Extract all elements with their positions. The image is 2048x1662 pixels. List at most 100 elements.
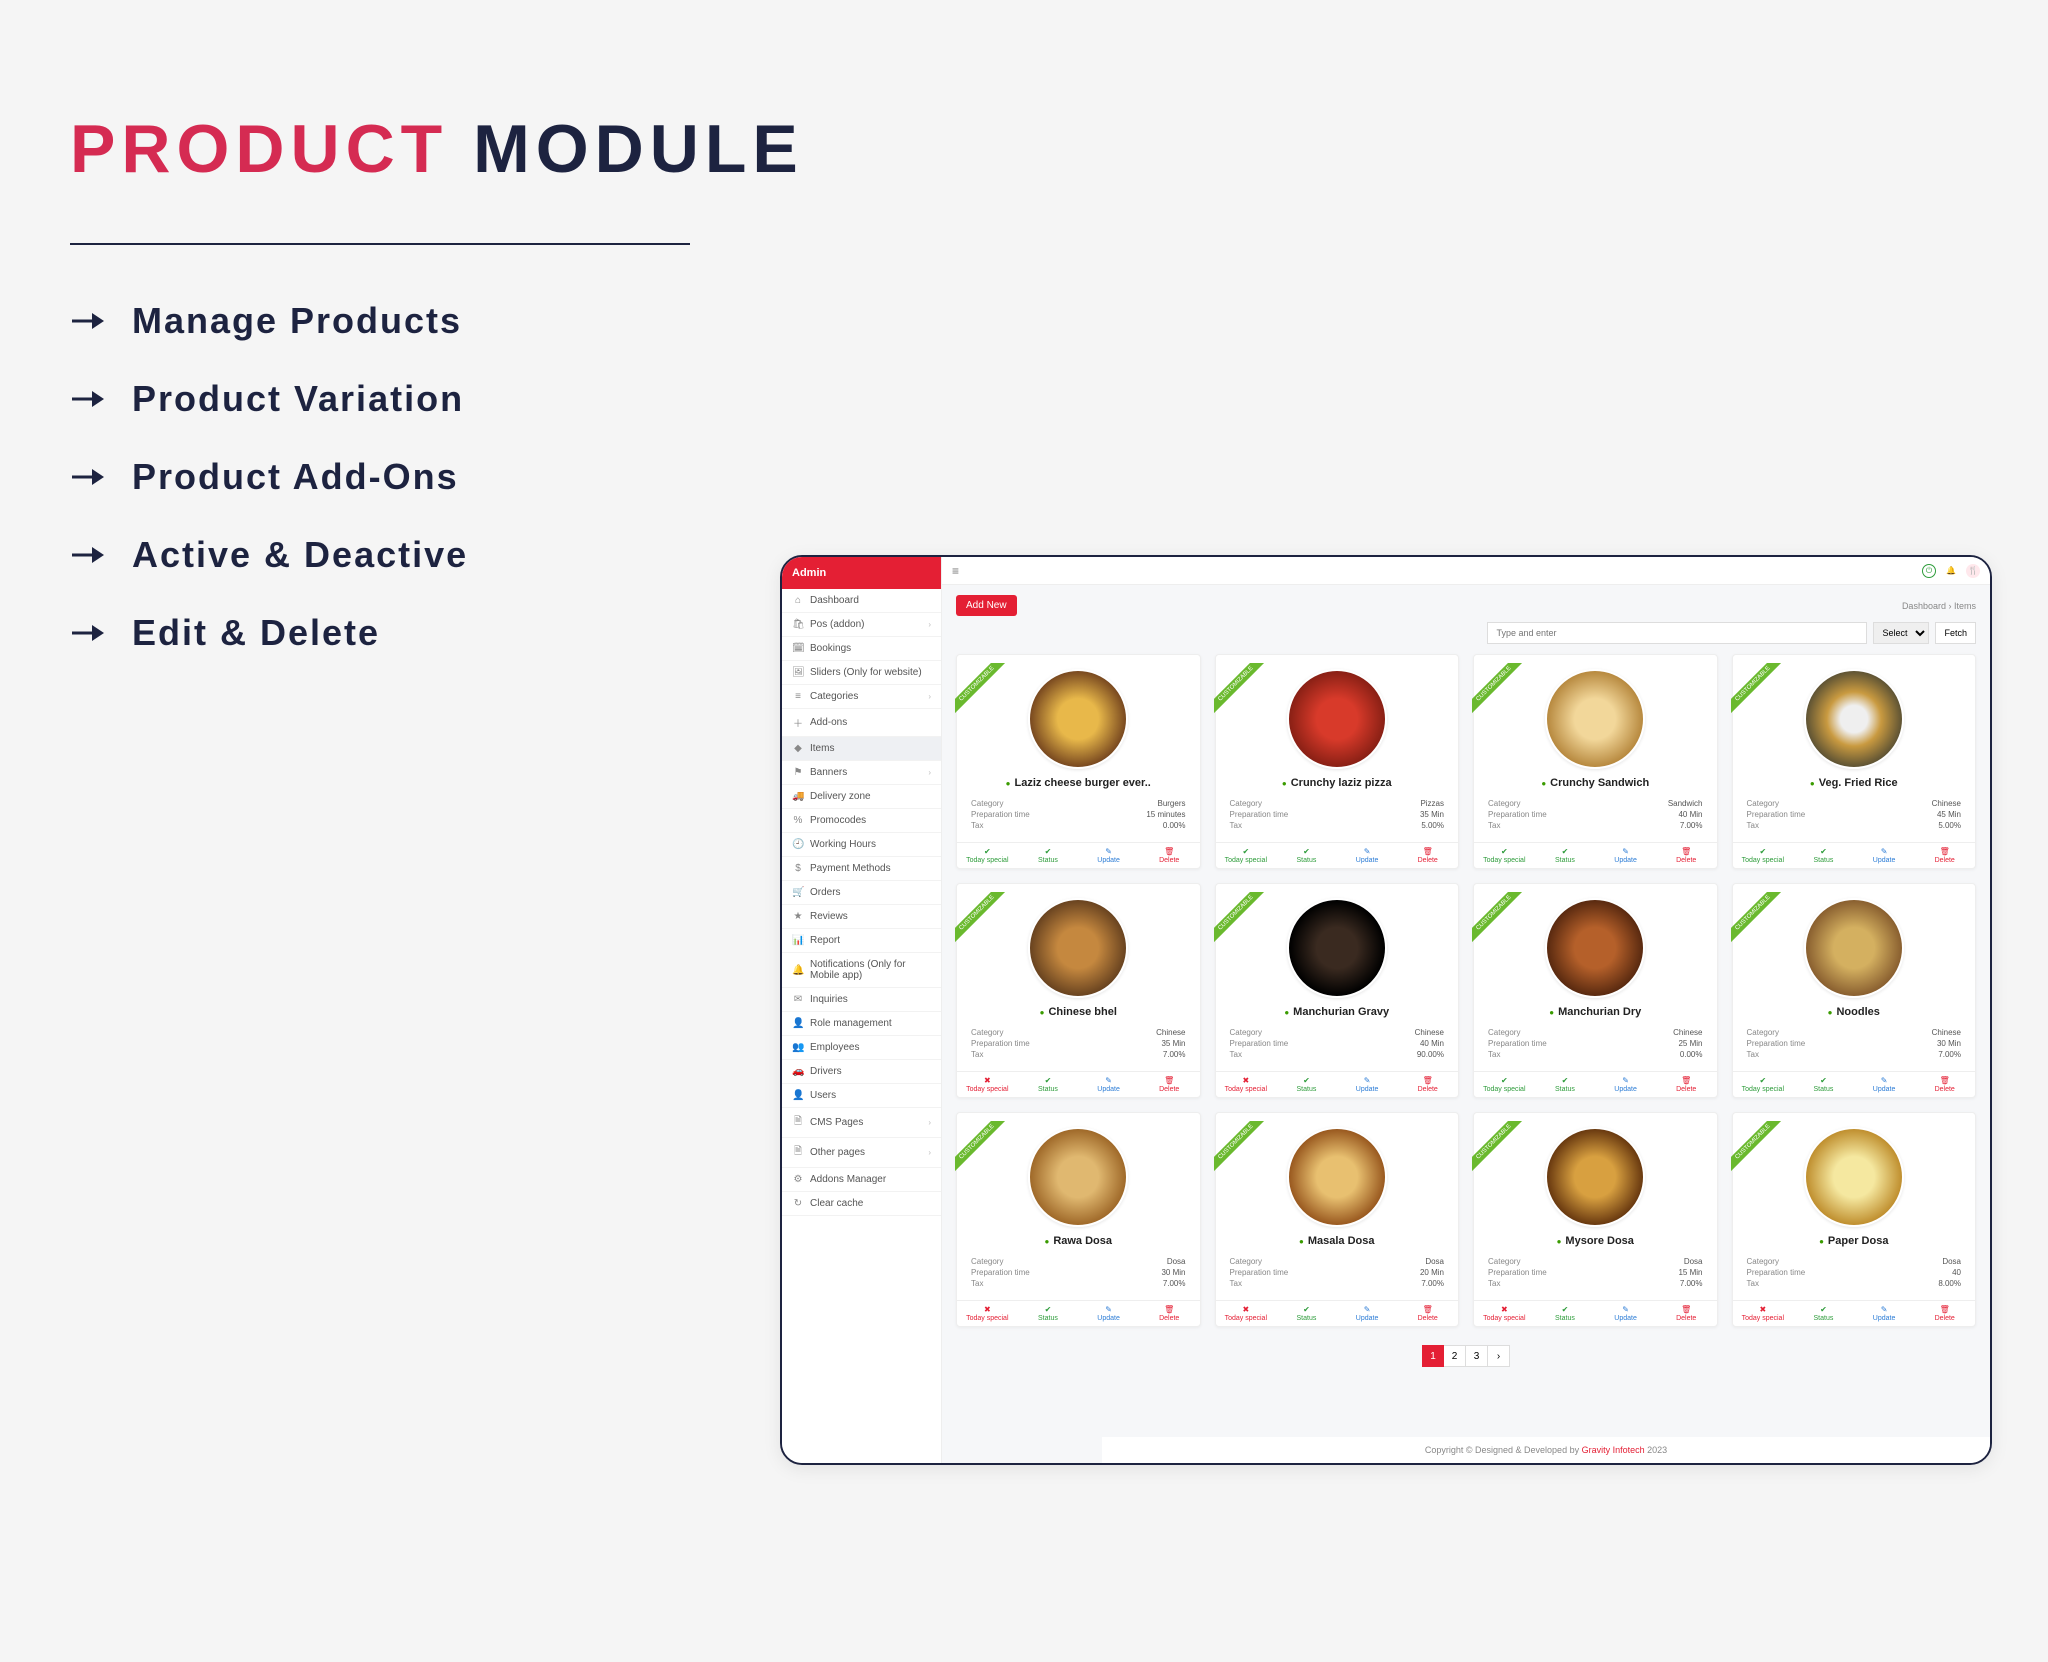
delete-action[interactable]: 🗑Delete (1397, 1072, 1458, 1097)
delete-action[interactable]: 🗑Delete (1139, 843, 1200, 868)
today-special-action[interactable]: ✖Today special (1474, 1301, 1535, 1326)
main-area: ≡ ⏻ 🔔 🍴 Add New Dashboard › Items Select (942, 557, 1990, 1463)
today-special-action[interactable]: ✔Today special (1216, 843, 1277, 868)
update-action[interactable]: ✎Update (1337, 1301, 1398, 1326)
status-action[interactable]: ✔Status (1535, 1301, 1596, 1326)
page-button[interactable]: 1 (1422, 1345, 1444, 1367)
feature-text: Manage Products (132, 300, 462, 342)
sidebar-item[interactable]: 👥Employees (782, 1036, 941, 1060)
meta-label-tax: Tax (1230, 1050, 1242, 1059)
today-special-action[interactable]: ✔Today special (1474, 1072, 1535, 1097)
delete-action[interactable]: 🗑Delete (1397, 843, 1458, 868)
status-action[interactable]: ✔Status (1276, 1301, 1337, 1326)
status-action[interactable]: ✔Status (1018, 1072, 1079, 1097)
breadcrumb-root[interactable]: Dashboard (1902, 601, 1946, 611)
delete-action[interactable]: 🗑Delete (1139, 1301, 1200, 1326)
delete-action[interactable]: 🗑Delete (1397, 1301, 1458, 1326)
status-action[interactable]: ✔Status (1535, 843, 1596, 868)
today-special-action[interactable]: ✔Today special (1733, 843, 1794, 868)
update-action[interactable]: ✎Update (1854, 1301, 1915, 1326)
sidebar-item-icon: 🛍 (792, 619, 804, 630)
add-new-button[interactable]: Add New (956, 595, 1017, 616)
sidebar-item[interactable]: 👤Users (782, 1084, 941, 1108)
sidebar-item[interactable]: ◆Items (782, 737, 941, 761)
sidebar-item[interactable]: ⚑Banners› (782, 761, 941, 785)
delete-action[interactable]: 🗑Delete (1656, 843, 1717, 868)
delete-action[interactable]: 🗑Delete (1139, 1072, 1200, 1097)
update-action[interactable]: ✎Update (1595, 1301, 1656, 1326)
sidebar-item[interactable]: 🛍Pos (addon)› (782, 613, 941, 637)
meta-value-tax: 7.00% (1163, 1279, 1186, 1288)
today-special-action[interactable]: ✔Today special (957, 843, 1018, 868)
fetch-button[interactable]: Fetch (1935, 622, 1976, 644)
update-action[interactable]: ✎Update (1854, 1072, 1915, 1097)
product-name: Masala Dosa (1216, 1235, 1459, 1253)
footer-link[interactable]: Gravity Infotech (1582, 1445, 1645, 1455)
status-action[interactable]: ✔Status (1793, 1072, 1854, 1097)
sidebar-item[interactable]: 🗎Other pages› (782, 1138, 941, 1168)
update-action[interactable]: ✎Update (1337, 1072, 1398, 1097)
today-special-action[interactable]: ✖Today special (1216, 1301, 1277, 1326)
update-action[interactable]: ✎Update (1337, 843, 1398, 868)
sidebar-item[interactable]: 🗓Bookings (782, 637, 941, 661)
product-card: CUSTOMIZABLE Veg. Fried Rice CategoryChi… (1732, 654, 1977, 869)
delete-action[interactable]: 🗑Delete (1914, 1072, 1975, 1097)
sidebar-item[interactable]: %Promocodes (782, 809, 941, 833)
delete-action[interactable]: 🗑Delete (1656, 1072, 1717, 1097)
meta-value-category: Chinese (1932, 799, 1961, 808)
sidebar-item[interactable]: ⚙Addons Manager (782, 1168, 941, 1192)
sidebar-item[interactable]: 🔔Notifications (Only for Mobile app) (782, 953, 941, 988)
status-action[interactable]: ✔Status (1793, 1301, 1854, 1326)
status-action[interactable]: ✔Status (1018, 1301, 1079, 1326)
meta-label-category: Category (1747, 1257, 1779, 1266)
update-action[interactable]: ✎Update (1078, 1301, 1139, 1326)
today-special-action[interactable]: ✖Today special (1733, 1301, 1794, 1326)
sidebar-item[interactable]: 🚗Drivers (782, 1060, 941, 1084)
delete-action[interactable]: 🗑Delete (1914, 1301, 1975, 1326)
sidebar-item[interactable]: 🚚Delivery zone (782, 785, 941, 809)
sidebar-item[interactable]: ↻Clear cache (782, 1192, 941, 1216)
sidebar-item[interactable]: 🗎CMS Pages› (782, 1108, 941, 1138)
sidebar-item[interactable]: ★Reviews (782, 905, 941, 929)
sidebar-item[interactable]: 🛒Orders (782, 881, 941, 905)
sidebar-item[interactable]: $Payment Methods (782, 857, 941, 881)
update-action[interactable]: ✎Update (1595, 1072, 1656, 1097)
hamburger-icon[interactable]: ≡ (952, 564, 959, 578)
today-special-action[interactable]: ✖Today special (957, 1072, 1018, 1097)
today-special-action[interactable]: ✖Today special (1216, 1072, 1277, 1097)
page-button[interactable]: 3 (1466, 1345, 1488, 1367)
delete-action[interactable]: 🗑Delete (1914, 843, 1975, 868)
utensils-icon[interactable]: 🍴 (1966, 564, 1980, 578)
bell-icon[interactable]: 🔔 (1944, 564, 1958, 578)
sidebar-item[interactable]: 👤Role management (782, 1012, 941, 1036)
sidebar-item[interactable]: 📊Report (782, 929, 941, 953)
sidebar-item[interactable]: ≡Categories› (782, 685, 941, 709)
status-action[interactable]: ✔Status (1018, 843, 1079, 868)
filter-select[interactable]: Select (1873, 622, 1929, 644)
power-icon[interactable]: ⏻ (1922, 564, 1936, 578)
sidebar-item[interactable]: ✉Inquiries (782, 988, 941, 1012)
check-icon: ✔ (1474, 1076, 1535, 1085)
sidebar-item-label: Add-ons (810, 717, 847, 728)
sidebar-item[interactable]: ⌂Dashboard (782, 589, 941, 613)
today-special-action[interactable]: ✖Today special (957, 1301, 1018, 1326)
sidebar-item[interactable]: 🖼Sliders (Only for website) (782, 661, 941, 685)
status-action[interactable]: ✔Status (1535, 1072, 1596, 1097)
customizable-ribbon: CUSTOMIZABLE (955, 1121, 1015, 1181)
search-input[interactable] (1487, 622, 1867, 644)
update-action[interactable]: ✎Update (1854, 843, 1915, 868)
delete-action[interactable]: 🗑Delete (1656, 1301, 1717, 1326)
page-button[interactable]: 2 (1444, 1345, 1466, 1367)
sidebar-item[interactable]: 🕘Working Hours (782, 833, 941, 857)
today-special-action[interactable]: ✔Today special (1474, 843, 1535, 868)
status-action[interactable]: ✔Status (1276, 1072, 1337, 1097)
update-action[interactable]: ✎Update (1078, 1072, 1139, 1097)
today-special-action[interactable]: ✔Today special (1733, 1072, 1794, 1097)
page-button[interactable]: › (1488, 1345, 1510, 1367)
sidebar-item[interactable]: ＋Add-ons (782, 709, 941, 737)
sidebar-item-icon: ≡ (792, 691, 804, 702)
status-action[interactable]: ✔Status (1276, 843, 1337, 868)
status-action[interactable]: ✔Status (1793, 843, 1854, 868)
update-action[interactable]: ✎Update (1595, 843, 1656, 868)
update-action[interactable]: ✎Update (1078, 843, 1139, 868)
